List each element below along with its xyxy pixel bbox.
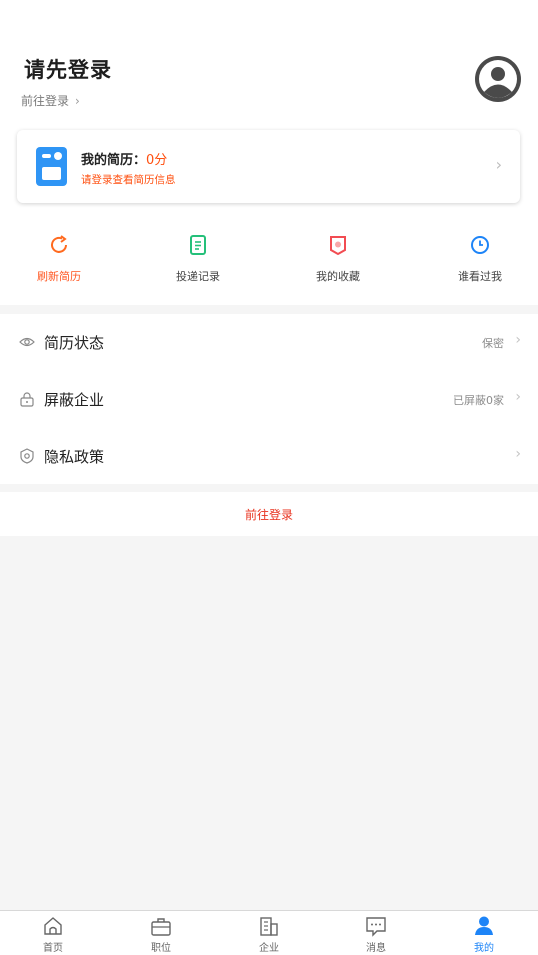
tab-label: 我的 <box>474 943 494 954</box>
profile-header: 请先登录 前往登录 › 我的简历：0分 请登录查看简历信息 › 刷新简历 投递记… <box>0 0 538 305</box>
settings-row-privacy-policy[interactable]: 隐私政策 › <box>0 428 538 484</box>
settings-row-label: 隐私政策 <box>44 448 105 466</box>
settings-row-label: 简历状态 <box>44 334 105 352</box>
resume-subtitle: 请登录查看简历信息 <box>81 174 176 186</box>
quick-action-viewers[interactable]: 谁看过我 <box>440 234 520 284</box>
page-title: 请先登录 <box>24 58 112 82</box>
resume-card[interactable]: 我的简历：0分 请登录查看简历信息 › <box>17 130 520 203</box>
settings-row-label: 屏蔽企业 <box>44 391 105 409</box>
quick-action-favorites[interactable]: 我的收藏 <box>298 234 378 284</box>
chevron-right-icon: › <box>515 332 521 348</box>
tab-messages[interactable]: 消息 <box>346 915 406 954</box>
home-icon <box>44 917 62 935</box>
settings-row-resume-status[interactable]: 简历状态 保密 › <box>0 314 538 370</box>
chevron-right-icon: › <box>515 446 521 462</box>
settings-row-blocked-companies[interactable]: 屏蔽企业 已屏蔽0家 › <box>0 371 538 427</box>
chevron-right-icon: › <box>515 389 521 405</box>
chat-icon <box>366 917 386 937</box>
quick-action-label: 我的收藏 <box>316 270 360 283</box>
tab-jobs[interactable]: 职位 <box>131 915 191 954</box>
refresh-icon <box>51 235 67 253</box>
tab-companies[interactable]: 企业 <box>239 915 299 954</box>
lock-icon <box>20 392 34 407</box>
settings-list: 简历状态 保密 › 屏蔽企业 已屏蔽0家 › 隐私政策 › <box>0 314 538 484</box>
login-link-label: 前往登录 <box>21 94 70 108</box>
login-bar: 前往登录 <box>0 492 538 536</box>
document-list-icon <box>190 235 206 255</box>
tab-label: 消息 <box>366 943 386 954</box>
settings-row-value: 已屏蔽0家 <box>453 394 504 407</box>
quick-action-label: 投递记录 <box>176 270 220 283</box>
tab-home[interactable]: 首页 <box>23 915 83 954</box>
chevron-right-icon: › <box>495 155 502 174</box>
tab-label: 职位 <box>151 943 171 954</box>
avatar[interactable] <box>474 55 522 103</box>
login-button[interactable]: 前往登录 <box>245 506 293 523</box>
tab-me[interactable]: 我的 <box>454 915 514 954</box>
tab-label: 企业 <box>259 943 279 954</box>
eye-icon <box>19 337 35 347</box>
chevron-right-icon: › <box>75 94 80 108</box>
resume-score: 0分 <box>146 153 168 168</box>
tab-label: 首页 <box>43 943 63 954</box>
building-icon <box>260 917 278 936</box>
clock-icon <box>471 236 489 254</box>
quick-action-refresh[interactable]: 刷新简历 <box>19 234 99 284</box>
settings-row-value: 保密 <box>482 337 504 350</box>
resume-icon <box>36 147 67 186</box>
resume-title: 我的简历：0分 <box>81 153 168 168</box>
briefcase-icon <box>151 918 171 936</box>
user-icon <box>475 916 493 935</box>
bookmark-icon <box>330 236 346 256</box>
quick-action-label: 谁看过我 <box>458 270 502 283</box>
quick-action-applications[interactable]: 投递记录 <box>158 234 238 284</box>
login-link[interactable]: 前往登录 › <box>21 92 80 109</box>
shield-icon <box>20 448 34 464</box>
bottom-tab-bar: 首页 职位 企业 消息 我的 <box>0 910 538 955</box>
quick-action-label: 刷新简历 <box>37 270 81 283</box>
